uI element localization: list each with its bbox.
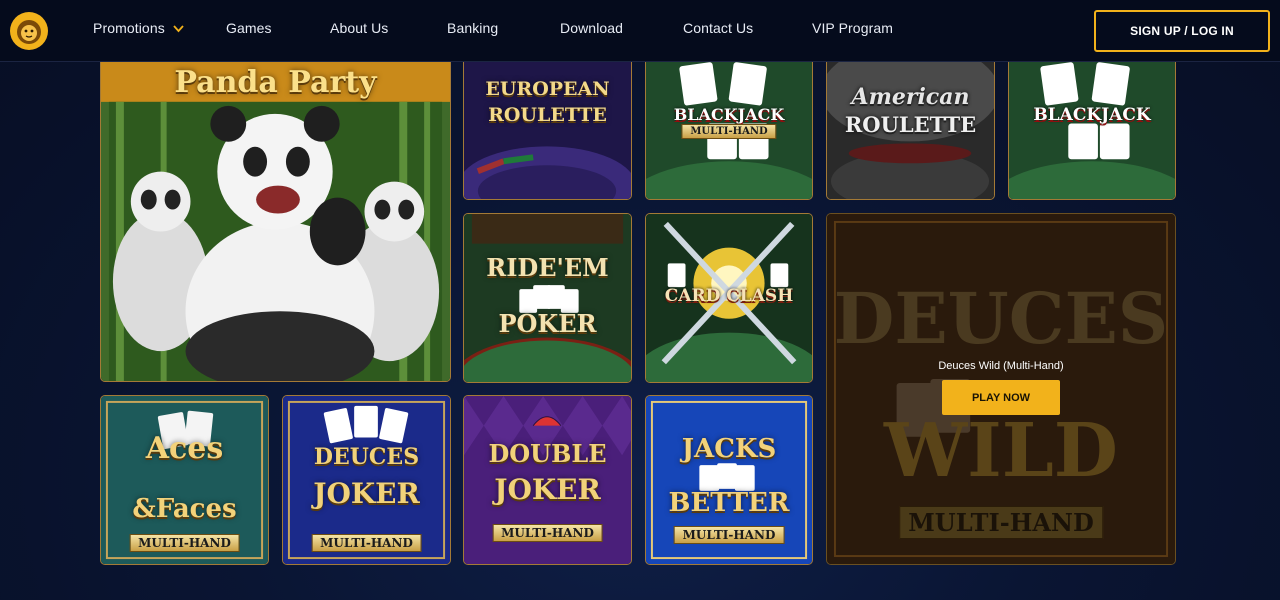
game-tile-blackjack-multi-hand[interactable]: BLACKJACK MULTI-HAND xyxy=(645,62,813,200)
game-tile-aces-and-faces[interactable]: Aces &Faces MULTI-HAND xyxy=(100,395,269,565)
panda-party-artwork xyxy=(101,62,450,381)
nav-download[interactable]: Download xyxy=(560,20,623,36)
american-roulette-art-title: American xyxy=(851,84,970,110)
blackjack-art-title: BLACKJACK xyxy=(1033,105,1151,125)
ride-em-poker-art-title: RIDE'EM xyxy=(486,253,609,282)
card-clash-art-title: CARD CLASH xyxy=(664,286,794,306)
nav-banking[interactable]: Banking xyxy=(447,20,498,36)
double-joker-art-title: DOUBLE xyxy=(488,439,607,468)
deuces-joker-art-title: DEUCES xyxy=(313,444,420,470)
deuces-wild-art-title-2: WILD xyxy=(884,408,1118,494)
chevron-down-icon xyxy=(173,20,184,36)
double-joker-art-sub: MULTI-HAND xyxy=(492,524,603,542)
nav-contact-us[interactable]: Contact Us xyxy=(683,20,753,36)
jacks-or-better-art-title: JACKS xyxy=(681,434,777,464)
nav-promotions-label: Promotions xyxy=(93,20,165,36)
featured-game-title: Deuces Wild (Multi-Hand) xyxy=(938,360,1064,372)
double-joker-art-title-2: JOKER xyxy=(494,473,601,506)
ride-em-poker-artwork xyxy=(464,214,631,382)
nav-vip-program[interactable]: VIP Program xyxy=(812,20,893,36)
nav-games[interactable]: Games xyxy=(226,20,272,36)
deuces-wild-art-title: DEUCES xyxy=(833,277,1169,360)
game-tile-jacks-or-better[interactable]: JACKS BETTER MULTI-HAND xyxy=(645,395,813,565)
american-roulette-art-title-2: ROULETTE xyxy=(844,112,977,137)
panda-party-art-title: Panda Party xyxy=(174,65,377,100)
jacks-or-better-art-sub: MULTI-HAND xyxy=(673,526,785,544)
nav-about-us[interactable]: About Us xyxy=(330,20,388,36)
sign-up-log-in-button[interactable]: SIGN UP / LOG IN xyxy=(1094,10,1270,52)
deuces-joker-art-sub: MULTI-HAND xyxy=(311,534,422,552)
jacks-or-better-art-title-2: BETTER xyxy=(668,488,790,518)
aces-and-faces-art-title-2: &Faces xyxy=(132,494,237,524)
game-tile-american-roulette[interactable]: American ROULETTE xyxy=(826,62,995,200)
blackjack-artwork xyxy=(1009,62,1175,199)
game-tile-card-clash[interactable]: CARD CLASH xyxy=(645,213,813,383)
top-navigation-bar: Promotions Games About Us Banking Downlo… xyxy=(0,0,1280,62)
play-now-button[interactable]: PLAY NOW xyxy=(942,380,1060,415)
blackjack-multi-hand-art-sub: MULTI-HAND xyxy=(681,124,777,139)
ride-em-poker-art-title-2: POKER xyxy=(498,309,597,338)
european-roulette-art-title-2: ROULETTE xyxy=(488,104,607,126)
european-roulette-art-title: EUROPEAN xyxy=(485,78,610,100)
game-tile-double-joker[interactable]: DOUBLE JOKER MULTI-HAND xyxy=(463,395,632,565)
blackjack-multi-hand-art-title: BLACKJACK xyxy=(673,105,785,124)
aces-and-faces-art-title: Aces xyxy=(145,431,224,466)
game-tile-ride-em-poker[interactable]: RIDE'EM POKER xyxy=(463,213,632,383)
nav-promotions[interactable]: Promotions xyxy=(93,20,184,36)
game-tile-european-roulette[interactable]: EUROPEAN ROULETTE xyxy=(463,62,632,200)
lion-logo-icon[interactable] xyxy=(8,10,50,52)
game-tile-panda-party[interactable]: Panda Party xyxy=(100,62,451,382)
game-tile-blackjack[interactable]: BLACKJACK xyxy=(1008,62,1176,200)
deuces-wild-art-sub: MULTI-HAND xyxy=(899,506,1103,539)
deuces-joker-art-title-2: JOKER xyxy=(313,477,420,510)
game-tile-deuces-joker[interactable]: DEUCES JOKER MULTI-HAND xyxy=(282,395,451,565)
aces-and-faces-art-sub: MULTI-HAND xyxy=(129,534,240,552)
